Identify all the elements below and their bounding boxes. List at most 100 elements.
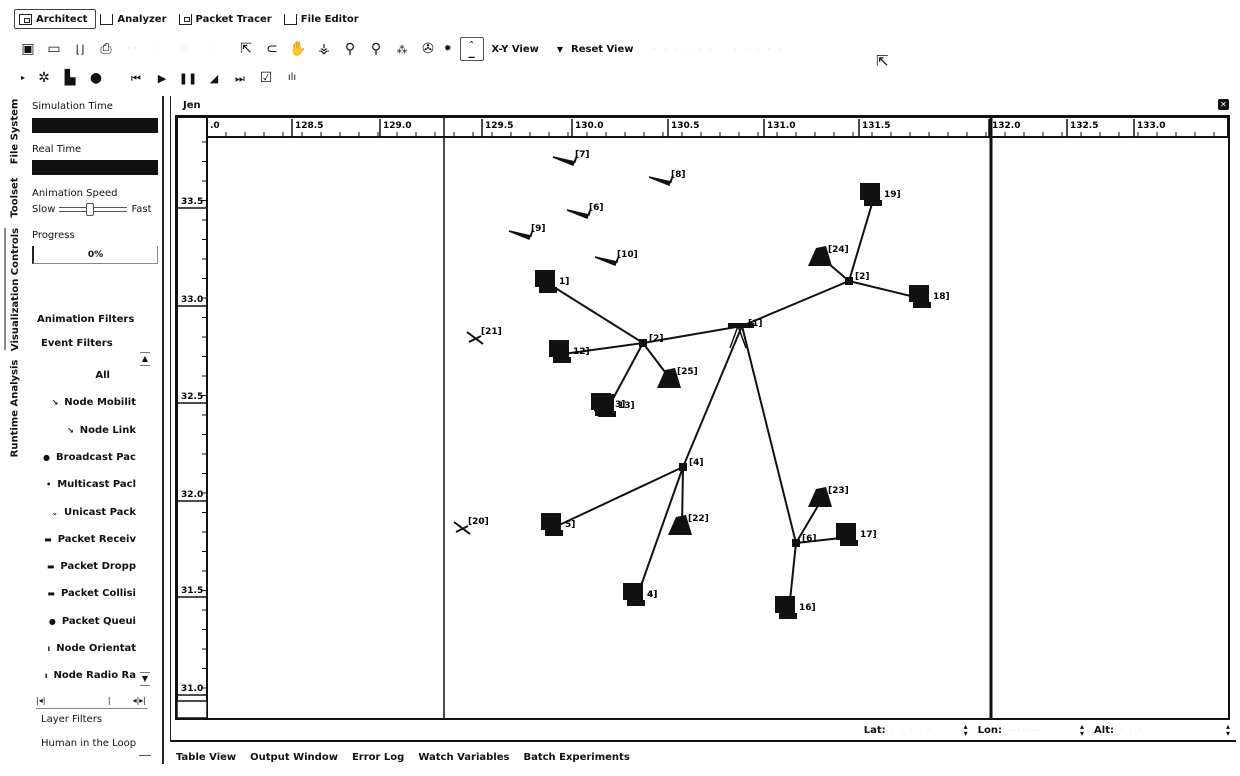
stats-icon[interactable]: ılı — [282, 68, 302, 88]
save-icon[interactable]: ⌊⌋ — [70, 39, 90, 59]
print-icon[interactable]: ⎙ — [96, 39, 116, 59]
view-dropdown-arrow-icon[interactable]: ▼ — [557, 45, 563, 54]
vtab-visualization-controls[interactable]: Visualization Controls — [4, 227, 26, 351]
zoom-icon[interactable]: ⚲ — [340, 39, 360, 59]
alt-spinner-icon[interactable]: ▴ ▾ — [1226, 723, 1230, 738]
play-icon[interactable]: ▶ — [152, 68, 172, 88]
tab-error-log[interactable]: Error Log — [352, 752, 404, 763]
aircraft-node[interactable]: [7] — [552, 150, 590, 166]
cut-icon[interactable]: ⁘ — [174, 39, 194, 59]
reset-view-button[interactable]: Reset View — [571, 44, 634, 55]
vtab-toolset[interactable]: Toolset — [4, 172, 26, 222]
vtab-file-system[interactable]: File System — [4, 96, 26, 166]
event-filter-item[interactable]: ● Packet Queui — [49, 616, 136, 627]
event-filter-item[interactable]: ● Broadcast Pac — [43, 452, 136, 463]
aircraft-node[interactable]: [9] — [508, 224, 546, 240]
computer-node[interactable]: 5] — [541, 513, 575, 536]
alt-value[interactable]: · · · — [1120, 726, 1220, 735]
node-icon[interactable]: ⁂ — [392, 39, 412, 59]
computer-node[interactable]: 17] — [836, 523, 877, 546]
scroll-right-icon[interactable]: ◂|▸| — [133, 696, 146, 705]
human-in-loop-label[interactable]: Human in the Loop — [41, 738, 136, 749]
antenna-node[interactable]: [22] — [668, 514, 709, 535]
tab-output-window[interactable]: Output Window — [250, 752, 338, 763]
event-filter-item[interactable]: ↘ Node Mobilit — [52, 397, 136, 408]
lon-spinner-icon[interactable]: ▴ ▾ — [1080, 723, 1084, 738]
human-in-loop-checkbox[interactable] — [139, 748, 151, 756]
event-filter-item[interactable]: ▬ Packet Collisi — [47, 588, 136, 599]
computer-node[interactable]: 1] — [535, 270, 569, 293]
hub-node[interactable]: [2] — [639, 334, 664, 347]
skip-forward-icon[interactable]: ⏭ — [230, 68, 250, 88]
lon-value[interactable]: ······· — [1008, 726, 1074, 735]
computer-node[interactable]: 12] — [549, 340, 590, 363]
map-view[interactable]: .0 128.5 129.0 129.5 130.0 130.5 131.0 131.5 132… — [175, 115, 1230, 720]
redo-icon[interactable]: · — [148, 39, 168, 59]
pause-icon[interactable]: ❚❚ — [178, 68, 198, 88]
animation-speed-slider[interactable] — [59, 203, 128, 216]
tab-architect[interactable]: Architect — [14, 9, 97, 29]
vtab-runtime-analysis[interactable]: Runtime Analysis — [4, 358, 26, 458]
skip-back-icon[interactable]: ⏮ — [126, 68, 146, 88]
event-filter-item[interactable]: ı Node Radio Ra — [45, 670, 136, 681]
event-filter-item[interactable]: ▬ Packet Dropp — [47, 561, 136, 572]
scroll-left-icon[interactable]: |◂| — [36, 696, 45, 705]
event-filter-item[interactable]: • Multicast Pacl — [46, 479, 136, 490]
event-filter-item[interactable]: ▬ Packet Receiv — [44, 534, 136, 545]
expand-arrow-icon[interactable]: ▸ — [18, 68, 28, 88]
clapper-icon[interactable]: ▙ — [60, 68, 80, 88]
lasso-icon[interactable]: ⊂ — [262, 39, 282, 59]
aircraft-node[interactable]: [8] — [648, 170, 686, 186]
lon-field[interactable]: Lon: ······· ▴ ▾ — [978, 723, 1084, 738]
event-filter-item[interactable]: ⌄ Unicast Pack — [51, 507, 136, 518]
undo-icon[interactable]: · · — [122, 39, 142, 59]
event-filter-item[interactable]: ı Node Orientat — [48, 643, 136, 654]
computer-node[interactable]: 16] — [775, 596, 816, 619]
crossed-node[interactable]: [21] — [466, 327, 502, 345]
crossed-node[interactable]: [20] — [453, 517, 489, 535]
record-icon[interactable]: ● — [86, 68, 106, 88]
tab-table-view[interactable]: Table View — [176, 752, 236, 763]
tab-packet-tracer[interactable]: Packet Tracer — [175, 9, 280, 29]
open-folder-icon[interactable]: ▭ — [44, 39, 64, 59]
tab-analyzer[interactable]: Analyzer — [96, 9, 174, 29]
horizontal-scrollbar[interactable]: |◂| | ◂|▸| — [36, 694, 146, 706]
copy-icon[interactable]: · — [200, 39, 220, 59]
scroll-up-icon[interactable]: ▲ — [140, 352, 150, 366]
computer-node[interactable]: 18] — [909, 285, 950, 308]
edit-icon[interactable]: ☑ — [256, 68, 276, 88]
map-svg[interactable]: .0 128.5 129.0 129.5 130.0 130.5 131.0 131.5 132… — [176, 116, 1229, 719]
rotate-icon[interactable]: ⚶ — [314, 39, 334, 59]
event-filter-item[interactable]: All — [89, 370, 110, 381]
hub-node[interactable]: [4] — [679, 458, 704, 471]
tab-file-editor[interactable]: File Editor — [280, 9, 367, 29]
close-icon[interactable]: ✕ — [1218, 99, 1229, 110]
hub-node[interactable]: [6] — [792, 534, 817, 547]
event-filter-item[interactable]: ↘ Node Link — [67, 425, 136, 436]
select-arrow-icon[interactable]: ⇱ — [236, 39, 256, 59]
antenna-node[interactable]: [24] — [808, 245, 849, 266]
alt-field[interactable]: Alt: · · · ▴ ▾ — [1094, 723, 1230, 738]
pan-hand-icon[interactable]: ✋ — [288, 39, 308, 59]
view-mode-icon[interactable]: ⌃ ▁ — [459, 37, 484, 61]
router-node[interactable]: [1] — [728, 319, 763, 349]
slider-handle[interactable] — [86, 203, 95, 216]
computer-node[interactable]: 19] — [860, 183, 901, 206]
scroll-down-icon[interactable]: ▼ — [140, 672, 150, 686]
satellite-icon[interactable]: ✇ — [418, 39, 438, 59]
lat-spinner-icon[interactable]: ▴ ▾ — [964, 723, 968, 738]
settings-gear-icon[interactable]: ✲ — [34, 68, 54, 88]
computer-node[interactable]: 4] — [623, 583, 657, 606]
layer-filters-label[interactable]: Layer Filters — [41, 714, 102, 725]
lat-field[interactable]: Lat: · · · · · ▴ ▾ — [864, 723, 968, 738]
tab-watch-variables[interactable]: Watch Variables — [418, 752, 509, 763]
tab-batch-experiments[interactable]: Batch Experiments — [523, 752, 629, 763]
aircraft-small-node[interactable]: [6] — [566, 203, 604, 219]
antenna-node[interactable]: [23] — [808, 486, 849, 507]
zoom-area-icon[interactable]: ⚲ — [366, 39, 386, 59]
lat-value[interactable]: · · · · · — [892, 726, 958, 735]
new-scenario-icon[interactable]: ▣ — [18, 39, 38, 59]
aircraft-node[interactable]: [10] — [594, 250, 638, 266]
view-selector[interactable]: ✹ ⌃ ▁ X-Y View — [444, 37, 539, 61]
step-icon[interactable]: ◢ — [204, 68, 224, 88]
